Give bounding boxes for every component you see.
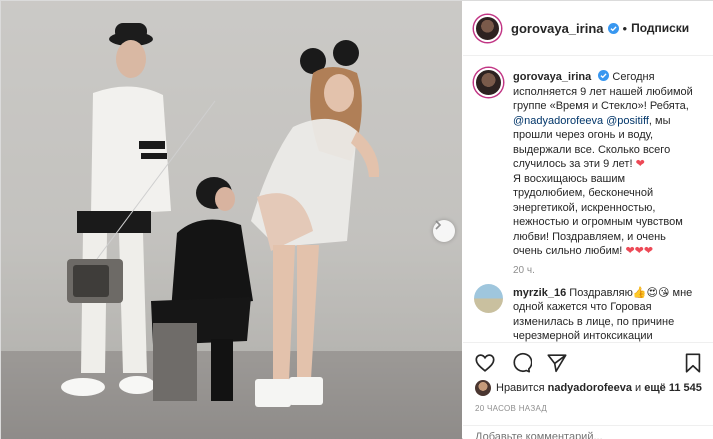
chevron-right-icon <box>435 220 442 230</box>
likes-summary: Нравится nadyadorofeeva и ещё 11 545 <box>475 380 702 396</box>
following-button[interactable]: Подписки <box>631 21 689 35</box>
caption-text: gorovaya_irina Сегодня исполняется 9 лет… <box>513 70 698 259</box>
next-photo-button[interactable] <box>433 220 455 242</box>
mention-link[interactable]: @positiff <box>606 115 649 127</box>
comments-list[interactable]: gorovaya_irina Сегодня исполняется 9 лет… <box>463 57 713 342</box>
author-username[interactable]: gorovaya_irina <box>511 21 604 36</box>
verified-badge-icon <box>607 22 619 34</box>
verified-badge-icon <box>598 70 610 81</box>
post-actions: Нравится nadyadorofeeva и ещё 11 545 20 … <box>463 342 713 439</box>
likes-and: и <box>635 382 642 394</box>
likes-prefix: Нравится <box>496 382 545 394</box>
save-button[interactable] <box>681 351 705 375</box>
comment-username[interactable]: myrzik_16 <box>513 287 566 299</box>
instagram-post: gorovaya_irina • Подписки gorovaya_irina… <box>0 0 713 439</box>
post-side-panel: gorovaya_irina • Подписки gorovaya_irina… <box>463 1 713 439</box>
mention-link[interactable]: @nadyadorofeeva <box>513 115 603 127</box>
hearts-emoji: ❤❤❤ <box>625 245 654 257</box>
caption-text-part-3: Я восхищаюсь вашим трудолюбием, бесконеч… <box>513 172 683 258</box>
bookmark-icon <box>685 353 701 373</box>
post-photo[interactable] <box>1 1 462 439</box>
caption-comment: gorovaya_irina Сегодня исполняется 9 лет… <box>474 68 703 259</box>
add-comment-input[interactable] <box>475 431 675 439</box>
post-timestamp[interactable]: 20 ЧАСОВ НАЗАД <box>475 404 547 413</box>
user-comment: myrzik_16 Поздравляю👍😍😘 мне одной кажетс… <box>474 283 703 343</box>
caption-author-avatar[interactable] <box>474 68 503 97</box>
photo-scene <box>1 1 462 439</box>
add-comment-bar <box>463 425 713 439</box>
caption-username[interactable]: gorovaya_irina <box>513 71 591 83</box>
liker-avatar[interactable] <box>475 380 491 396</box>
heart-icon <box>475 354 495 372</box>
action-icons <box>473 351 569 375</box>
caption-timestamp[interactable]: 20 ч. <box>513 265 703 276</box>
comment-text-part-1: Поздравляю👍😍😘 <box>569 286 670 299</box>
comment-icon <box>513 352 532 373</box>
likes-count[interactable]: ещё 11 545 <box>644 382 702 394</box>
heart-emoji: ❤ <box>635 158 645 170</box>
header-separator: • <box>622 20 628 36</box>
share-icon <box>547 354 567 373</box>
share-button[interactable] <box>545 351 569 375</box>
comment-button[interactable] <box>509 351 533 375</box>
commenter-avatar[interactable] <box>474 283 503 313</box>
comment-text: myrzik_16 Поздравляю👍😍😘 мне одной кажетс… <box>513 286 698 343</box>
like-button[interactable] <box>473 351 497 375</box>
author-avatar[interactable] <box>474 14 501 42</box>
liker-username[interactable]: nadyadorofeeva <box>548 382 632 394</box>
post-header: gorovaya_irina • Подписки <box>463 1 713 56</box>
